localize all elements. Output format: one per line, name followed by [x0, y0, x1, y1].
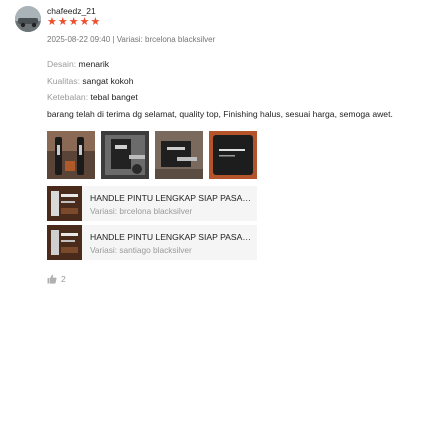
product-name: HANDLE PINTU LENGKAP SIAP PASANG	[90, 232, 254, 242]
username: chafeedz_21	[47, 6, 96, 16]
attribute-thickness: Ketebalan: tebal banget	[47, 89, 138, 106]
product-thumbnail	[47, 186, 82, 221]
star-icon: ★	[90, 16, 101, 28]
like-button[interactable]: 2	[47, 274, 66, 284]
like-count: 2	[61, 274, 66, 284]
attribute-label: Kualitas:	[47, 75, 80, 86]
review-photos	[47, 131, 257, 179]
review-photo-4[interactable]	[209, 131, 257, 179]
star-icon: ★	[47, 16, 57, 28]
attribute-label: Desain:	[47, 59, 77, 69]
attribute-design: Desain: menarik	[47, 56, 138, 73]
review-meta: 2025-08-22 09:40 | Variasi: brcelona bla…	[47, 35, 216, 44]
review-photo-2[interactable]	[101, 131, 149, 179]
review-photo-3[interactable]	[155, 131, 203, 179]
attribute-value: menarik	[78, 59, 110, 69]
star-icon: ★	[79, 16, 90, 28]
product-review: chafeedz_21 ★ ★ ★ ★ ★ 2025-08-22 09:40 |…	[0, 0, 430, 430]
product-thumbnail	[47, 225, 82, 260]
review-photo-1[interactable]	[47, 131, 95, 179]
attribute-quality: Kualitas: sangat kokoh	[47, 73, 138, 90]
purchased-product-1[interactable]: HANDLE PINTU LENGKAP SIAP PASANG Variasi…	[47, 186, 257, 221]
thumbs-up-icon	[47, 274, 57, 284]
star-icon: ★	[57, 16, 68, 28]
attribute-value: sangat kokoh	[82, 75, 134, 86]
avatar[interactable]	[15, 6, 41, 32]
attribute-value: tebal banget	[90, 92, 138, 102]
attribute-label: Ketebalan:	[47, 92, 89, 102]
product-name: HANDLE PINTU LENGKAP SIAP PASANG	[90, 193, 254, 203]
purchased-product-2[interactable]: HANDLE PINTU LENGKAP SIAP PASANG Variasi…	[47, 225, 257, 260]
star-rating: ★ ★ ★ ★ ★	[47, 17, 100, 28]
product-variation: Variasi: brcelona blacksilver	[90, 206, 193, 216]
star-icon: ★	[68, 16, 79, 28]
review-attributes: Desain: menarik Kualitas: sangat kokoh K…	[47, 56, 138, 106]
product-variation: Variasi: santiago blacksilver	[90, 245, 192, 255]
review-comment: barang telah di terima dg selamat, quali…	[47, 109, 393, 119]
